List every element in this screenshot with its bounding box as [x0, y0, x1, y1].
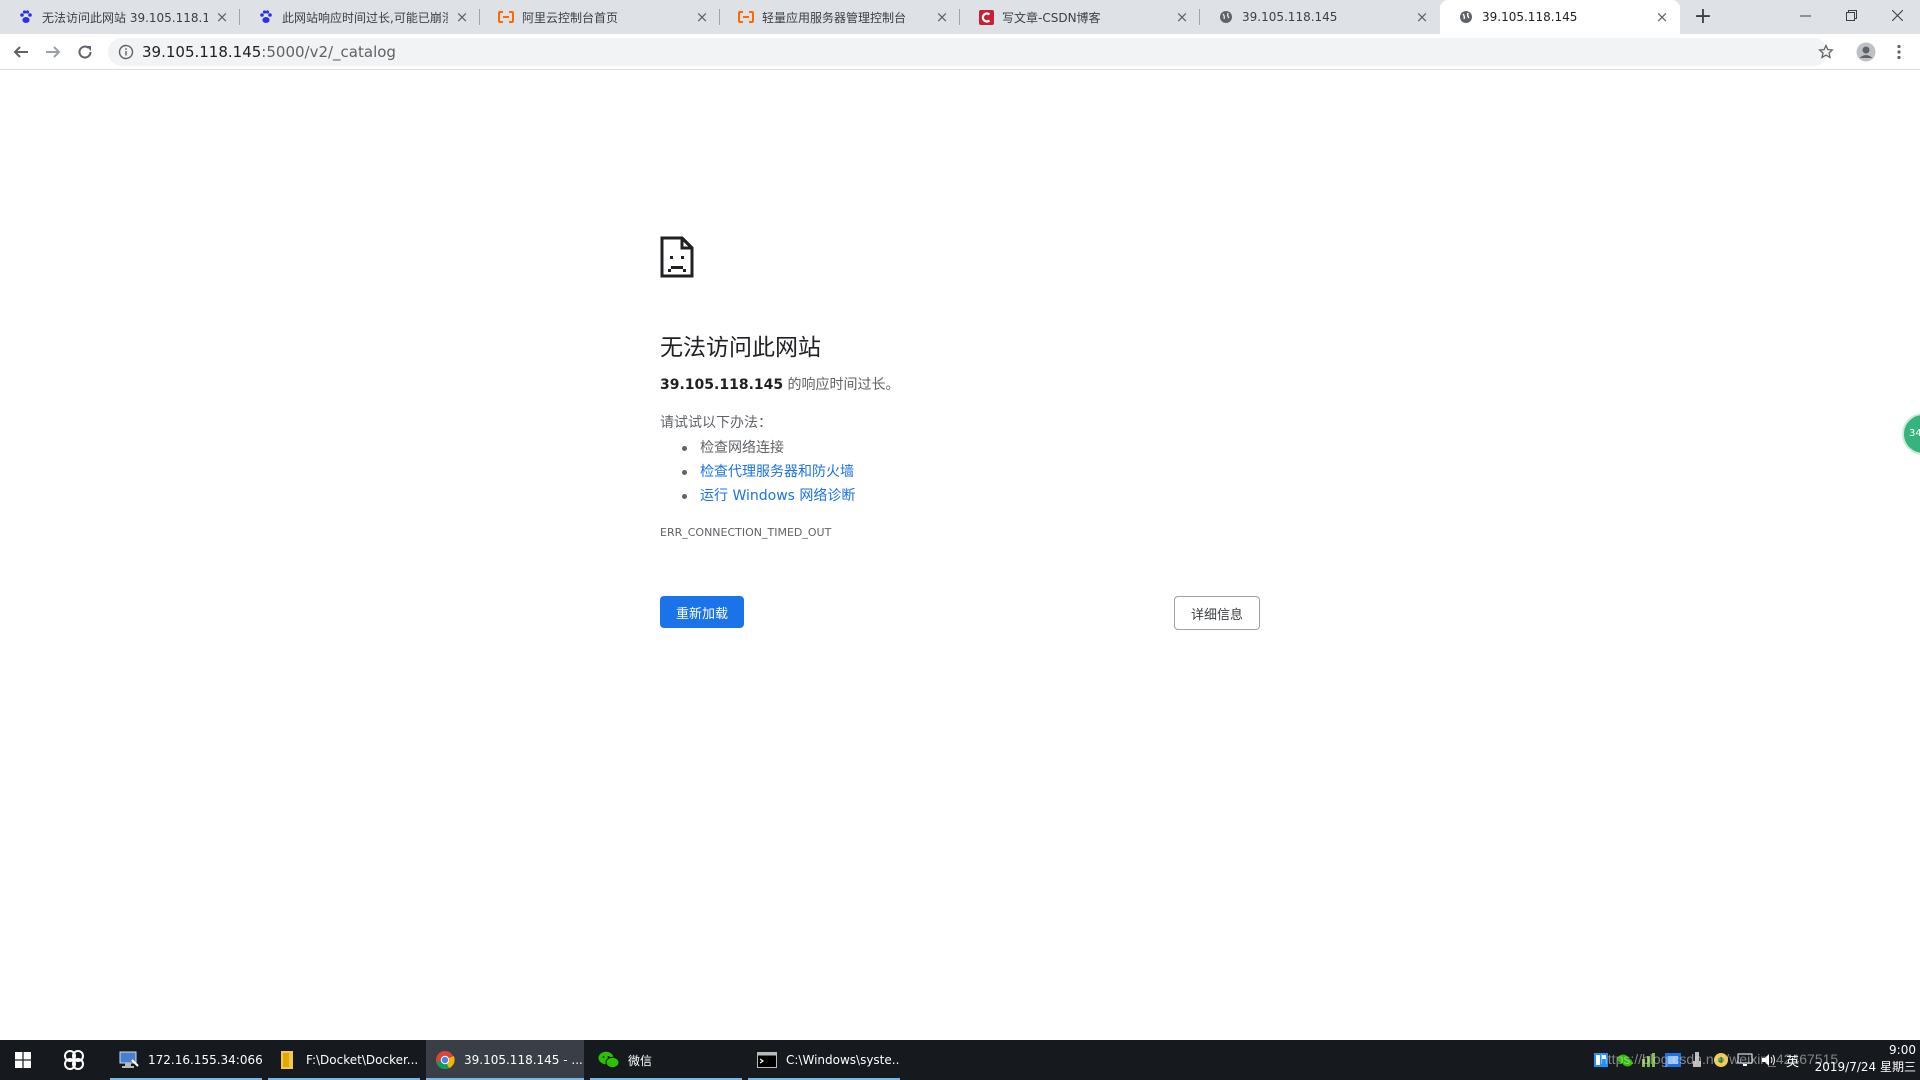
error-code: ERR_CONNECTION_TIMED_OUT [660, 526, 832, 539]
csdn-icon [978, 9, 994, 25]
taskbar-item-label: 39.105.118.145 - ... [464, 1053, 583, 1067]
back-arrow-icon[interactable] [8, 39, 34, 65]
browser-toolbar: 39.105.118.145:5000/v2/_catalog [0, 34, 1920, 70]
tab-7-active[interactable]: 39.105.118.145 × [1440, 0, 1680, 34]
close-tab-icon[interactable]: × [454, 9, 470, 25]
tab-title: 39.105.118.145 [1242, 10, 1338, 24]
floating-speed-badge[interactable]: 34 [1902, 413, 1920, 455]
details-button[interactable]: 详细信息 [1174, 596, 1260, 630]
taskbar-item-chrome[interactable]: 39.105.118.145 - ... [426, 1040, 584, 1080]
reload-icon[interactable] [72, 39, 98, 65]
tab-1[interactable]: 无法访问此网站 39.105.118.145 × [0, 0, 240, 34]
close-tab-icon[interactable]: × [934, 9, 950, 25]
aliyun-icon [498, 9, 514, 25]
close-tab-icon[interactable]: × [214, 9, 230, 25]
sad-document-icon [660, 236, 694, 282]
close-tab-icon[interactable]: × [1174, 9, 1190, 25]
tab-title: 此网站响应时间过长,可能已崩溃 [282, 10, 448, 25]
taskbar-item-wechat[interactable]: 微信 [590, 1040, 742, 1080]
suggestion-check-proxy-link[interactable]: 检查代理服务器和防火墙 [682, 460, 855, 484]
bookmark-star-icon[interactable] [1813, 39, 1839, 65]
tab-title: 阿里云控制台首页 [522, 10, 619, 25]
tab-4[interactable]: 轻量应用服务器管理控制台 × [720, 0, 960, 34]
error-summary-text: 的响应时间过长。 [783, 377, 900, 393]
globe-icon [1458, 9, 1474, 25]
remote-desktop-icon [118, 1049, 140, 1071]
cmd-icon [756, 1049, 778, 1071]
address-bar[interactable]: 39.105.118.145:5000/v2/_catalog [108, 38, 1828, 66]
folder-icon [276, 1049, 298, 1071]
error-heading: 无法访问此网站 [660, 335, 821, 361]
tab-6[interactable]: 39.105.118.145 × [1200, 0, 1440, 34]
taskbar-item-explorer[interactable]: F:\Docket\Docker... [268, 1040, 420, 1080]
taskbar-item-label: 微信 [628, 1053, 653, 1068]
url-path: :5000/v2/_catalog [261, 43, 396, 61]
baidu-paw-icon [18, 9, 34, 25]
tab-5[interactable]: 写文章-CSDN博客 × [960, 0, 1200, 34]
taskbar-item-cmd[interactable]: C:\Windows\syste... [748, 1040, 900, 1080]
tab-title: 写文章-CSDN博客 [1002, 10, 1101, 25]
tab-title: 无法访问此网站 39.105.118.145 [42, 10, 208, 25]
suggestion-windows-diagnostics-link[interactable]: 运行 Windows 网络诊断 [682, 484, 855, 508]
taskbar-item-label: 172.16.155.34:066... [148, 1053, 262, 1067]
tab-3[interactable]: 阿里云控制台首页 × [480, 0, 720, 34]
aliyun-icon [738, 9, 754, 25]
tab-title: 39.105.118.145 [1482, 10, 1578, 24]
tab-strip: 无法访问此网站 39.105.118.145 × 此网站响应时间过长,可能已崩溃… [0, 0, 1920, 34]
new-tab-button[interactable]: + [1690, 5, 1716, 29]
close-tab-icon[interactable]: × [694, 9, 710, 25]
taskbar-item-label: C:\Windows\syste... [786, 1053, 900, 1067]
error-summary: 39.105.118.145 的响应时间过长。 [660, 374, 900, 394]
wechat-icon [598, 1049, 620, 1071]
windows-start-icon[interactable] [0, 1040, 46, 1080]
baidu-paw-icon [258, 9, 274, 25]
profile-avatar-icon[interactable] [1853, 39, 1879, 65]
more-menu-icon[interactable] [1886, 39, 1912, 65]
suggestions-list: 检查网络连接 检查代理服务器和防火墙 运行 Windows 网络诊断 [682, 436, 855, 508]
tab-2[interactable]: 此网站响应时间过长,可能已崩溃 × [240, 0, 480, 34]
close-tab-icon[interactable]: × [1654, 9, 1670, 25]
globe-icon [1218, 9, 1234, 25]
restore-icon[interactable] [1828, 0, 1874, 30]
url-host: 39.105.118.145 [142, 43, 262, 61]
minimize-icon[interactable] [1782, 0, 1828, 30]
info-icon[interactable] [118, 44, 134, 60]
forward-arrow-icon[interactable] [40, 39, 66, 65]
watermark-text: https://blog.csdn.net/weixin_42467515 [1600, 1051, 1839, 1067]
error-host: 39.105.118.145 [660, 377, 784, 393]
suggestions-title: 请试试以下办法： [660, 415, 772, 431]
chrome-icon [434, 1049, 456, 1071]
task-app-icon[interactable] [50, 1040, 98, 1080]
taskbar-item-remote-desktop[interactable]: 172.16.155.34:066... [110, 1040, 262, 1080]
taskbar-item-label: F:\Docket\Docker... [306, 1053, 419, 1067]
reload-button[interactable]: 重新加载 [660, 596, 744, 628]
close-tab-icon[interactable]: × [1414, 9, 1430, 25]
suggestion-check-network: 检查网络连接 [682, 436, 855, 460]
close-window-icon[interactable] [1874, 0, 1920, 30]
tab-title: 轻量应用服务器管理控制台 [762, 10, 907, 25]
